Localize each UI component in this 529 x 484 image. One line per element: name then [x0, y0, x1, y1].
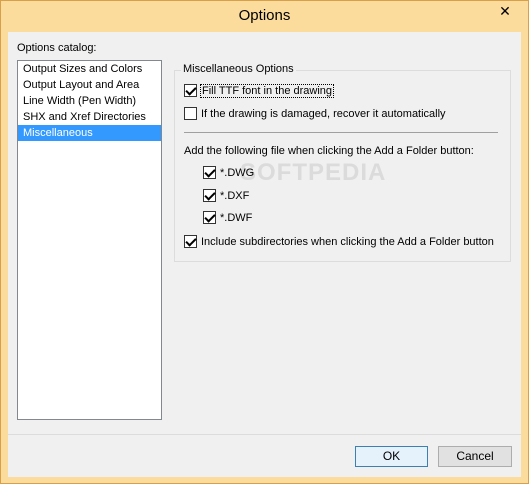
dwf-label[interactable]: *.DWF	[220, 212, 252, 224]
fill-ttf-label[interactable]: Fill TTF font in the drawing	[199, 83, 335, 98]
fill-ttf-checkbox[interactable]	[184, 84, 197, 97]
catalog-item-miscellaneous[interactable]: Miscellaneous	[18, 125, 161, 141]
dxf-checkbox[interactable]	[203, 189, 216, 202]
dwf-row[interactable]: *.DWF	[203, 211, 252, 224]
window-title: Options	[238, 7, 291, 24]
close-button[interactable]: ✕	[489, 2, 521, 22]
dwf-checkbox[interactable]	[203, 211, 216, 224]
catalog-item-line-width[interactable]: Line Width (Pen Width)	[18, 93, 161, 109]
fill-ttf-row[interactable]: Fill TTF font in the drawing	[184, 83, 335, 98]
misc-options-caption: Miscellaneous Options	[181, 63, 296, 75]
cancel-button[interactable]: Cancel	[438, 446, 512, 467]
footer-divider	[8, 434, 521, 435]
recover-checkbox[interactable]	[184, 107, 197, 120]
catalog-item-shx-xref[interactable]: SHX and Xref Directories	[18, 109, 161, 125]
recover-row[interactable]: If the drawing is damaged, recover it au…	[184, 107, 446, 120]
dialog-body: Options catalog: Output Sizes and Colors…	[8, 32, 521, 477]
catalog-item-output-sizes[interactable]: Output Sizes and Colors	[18, 61, 161, 77]
include-subdirs-label[interactable]: Include subdirectories when clicking the…	[201, 236, 494, 248]
dwg-label[interactable]: *.DWG	[220, 167, 254, 179]
options-dialog: Options ✕ Options catalog: Output Sizes …	[0, 0, 529, 484]
include-subdirs-row[interactable]: Include subdirectories when clicking the…	[184, 235, 494, 248]
catalog-item-output-layout[interactable]: Output Layout and Area	[18, 77, 161, 93]
title-bar[interactable]: Options ✕	[1, 1, 528, 32]
separator	[184, 132, 498, 133]
dwg-checkbox[interactable]	[203, 166, 216, 179]
recover-label[interactable]: If the drawing is damaged, recover it au…	[201, 108, 446, 120]
dwg-row[interactable]: *.DWG	[203, 166, 254, 179]
add-folder-label: Add the following file when clicking the…	[184, 145, 474, 157]
include-subdirs-checkbox[interactable]	[184, 235, 197, 248]
ok-button[interactable]: OK	[355, 446, 428, 467]
catalog-list[interactable]: Output Sizes and Colors Output Layout an…	[17, 60, 162, 420]
catalog-label: Options catalog:	[17, 42, 97, 54]
dxf-row[interactable]: *.DXF	[203, 189, 249, 202]
dxf-label[interactable]: *.DXF	[220, 190, 249, 202]
watermark: SOFTPEDIA	[240, 159, 387, 186]
